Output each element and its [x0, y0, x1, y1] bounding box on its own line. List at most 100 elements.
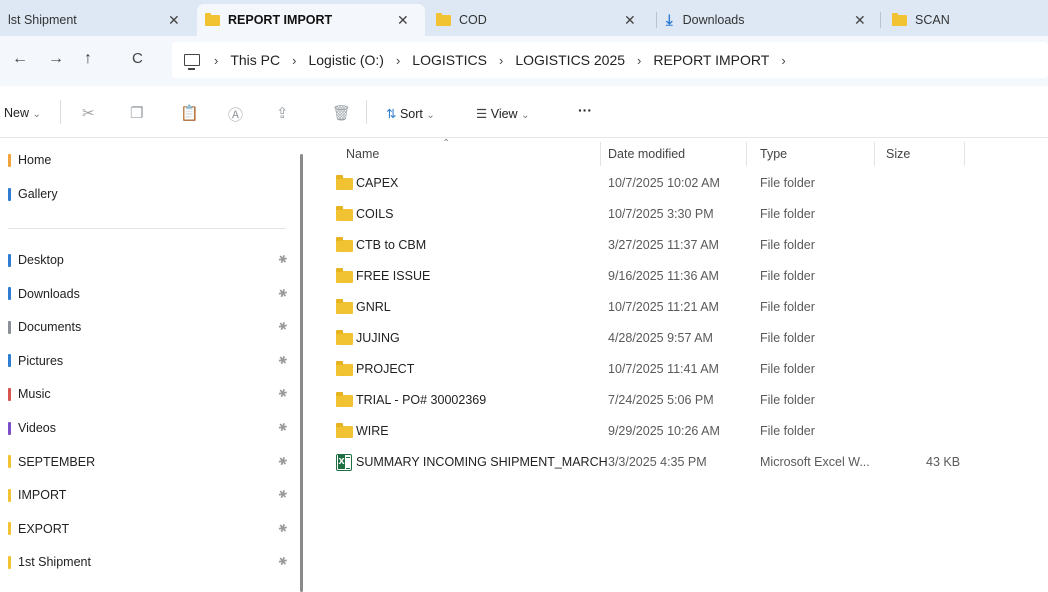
column-divider[interactable] [746, 142, 747, 166]
sidebar-item-videos[interactable]: Videos [8, 418, 56, 438]
sidebar-item-home[interactable]: Home [8, 150, 51, 170]
close-icon[interactable]: ✕ [624, 12, 636, 29]
folder-icon [336, 392, 353, 407]
breadcrumb-separator[interactable]: › [396, 53, 400, 68]
file-row[interactable]: CAPEX 10/7/2025 10:02 AM File folder [306, 170, 1048, 198]
sidebar-item-music[interactable]: Music [8, 384, 51, 404]
pin-icon[interactable]: ✱ [276, 252, 289, 267]
breadcrumb-report-import[interactable]: REPORT IMPORT [653, 52, 769, 68]
breadcrumb-separator[interactable]: › [637, 53, 641, 68]
rename-icon[interactable]: Ⓐ [228, 104, 243, 125]
sidebar-item-gallery[interactable]: Gallery [8, 184, 58, 204]
breadcrumb-separator[interactable]: › [499, 53, 503, 68]
pin-icon[interactable]: ✱ [276, 521, 289, 536]
pin-icon[interactable]: ✱ [276, 319, 289, 334]
sidebar-item-documents[interactable]: Documents [8, 317, 81, 337]
folder-icon [336, 330, 353, 345]
pin-icon[interactable]: ✱ [276, 285, 289, 300]
new-button[interactable]: New ⌄ [4, 106, 41, 120]
address-bar[interactable]: › This PC › Logistic (O:) › LOGISTICS › … [172, 42, 1048, 78]
sidebar-item-label: Documents [18, 320, 82, 335]
sidebar-item-september[interactable]: SEPTEMBER [8, 452, 95, 472]
breadcrumb-logistics-2025[interactable]: LOGISTICS 2025 [515, 52, 625, 68]
tab-divider [656, 12, 657, 28]
folder-icon [436, 12, 451, 26]
sidebar-item-label: Pictures [18, 353, 64, 368]
file-type: File folder [760, 207, 815, 221]
cut-icon[interactable]: ✂ [82, 104, 95, 122]
column-header-name[interactable]: Name [346, 142, 379, 166]
file-row[interactable]: CTB to CBM 3/27/2025 11:37 AM File folder [306, 232, 1048, 260]
file-date-modified: 9/16/2025 11:36 AM [608, 269, 719, 283]
tab-lst-shipment[interactable]: lst Shipment ✕ [0, 4, 196, 36]
pin-icon[interactable]: ✱ [276, 453, 289, 468]
sort-button[interactable]: ⇅ Sort ⌄ [386, 106, 435, 121]
file-row[interactable]: TRIAL - PO# 30002369 7/24/2025 5:06 PM Fil… [306, 387, 1048, 415]
file-name: TRIAL - PO# 30002369 [356, 393, 487, 407]
close-icon[interactable]: ✕ [397, 12, 409, 29]
file-name: GNRL [356, 300, 391, 314]
chevron-down-icon: ⌄ [32, 109, 41, 120]
file-name: CAPEX [356, 176, 399, 190]
refresh-icon[interactable]: C [132, 50, 143, 67]
file-row[interactable]: COILS 10/7/2025 3:30 PM File folder [306, 201, 1048, 229]
breadcrumb-separator[interactable]: › [292, 53, 296, 68]
pin-icon[interactable]: ✱ [276, 487, 289, 502]
sidebar-item-import[interactable]: IMPORT [8, 485, 66, 505]
file-row[interactable]: JUJING 4/28/2025 9:57 AM File folder [306, 325, 1048, 353]
breadcrumb-logistic-drive[interactable]: Logistic (O:) [308, 52, 383, 68]
folder-icon [8, 287, 11, 301]
copy-icon[interactable]: ❐ [130, 104, 143, 122]
file-row[interactable]: SUMMARY INCOMING SHIPMENT_MARCH3/3/2025 … [306, 449, 1048, 477]
file-date-modified: 10/7/2025 3:30 PM [608, 207, 714, 221]
folder-icon [336, 423, 353, 438]
download-icon: ⤓ [666, 11, 673, 29]
pin-icon[interactable]: ✱ [276, 554, 289, 569]
column-divider[interactable] [964, 142, 965, 166]
folder-icon [8, 320, 11, 334]
sidebar-item-pictures[interactable]: Pictures [8, 351, 63, 371]
tab-label: Downloads [682, 13, 745, 27]
column-divider[interactable] [874, 142, 875, 166]
breadcrumb-separator[interactable]: › [781, 53, 785, 68]
view-button[interactable]: ☰ View ⌄ [476, 106, 529, 121]
file-date-modified: 3/3/2025 4:35 PM [608, 455, 707, 469]
tab-scan[interactable]: SCAN [884, 4, 1048, 36]
sidebar-item-export[interactable]: EXPORT [8, 519, 69, 539]
pin-icon[interactable]: ✱ [276, 420, 289, 435]
file-row[interactable]: PROJECT 10/7/2025 11:41 AM File folder [306, 356, 1048, 384]
sidebar-item-1st-shipment[interactable]: 1st Shipment [8, 552, 91, 572]
file-row[interactable]: WIRE 9/29/2025 10:26 AM File folder [306, 418, 1048, 446]
excel-file-icon [336, 454, 352, 471]
tab-cod[interactable]: COD ✕ [428, 4, 654, 36]
delete-icon[interactable]: 🗑 [332, 104, 351, 122]
close-icon[interactable]: ✕ [854, 12, 866, 29]
folder-icon [205, 12, 220, 26]
column-header-date[interactable]: Date modified [608, 142, 685, 166]
forward-arrow-icon[interactable]: → [48, 50, 64, 68]
file-row[interactable]: GNRL 10/7/2025 11:21 AM File folder [306, 294, 1048, 322]
column-header-size[interactable]: Size [886, 142, 910, 166]
up-arrow-icon[interactable]: ↑ [84, 50, 92, 68]
tab-downloads[interactable]: ⤓ Downloads ✕ [658, 4, 880, 36]
paste-icon[interactable]: 📋 [180, 104, 199, 122]
pin-icon[interactable]: ✱ [276, 386, 289, 401]
view-icon: ☰ [476, 107, 488, 121]
sort-label: Sort [399, 107, 423, 121]
folder-icon [336, 175, 353, 190]
share-icon[interactable]: ⇪ [276, 104, 289, 122]
more-options-button[interactable]: ··· [578, 102, 592, 118]
back-arrow-icon[interactable]: ← [12, 50, 28, 68]
sidebar-item-desktop[interactable]: Desktop [8, 250, 64, 270]
column-divider[interactable] [600, 142, 601, 166]
file-type: File folder [760, 176, 815, 190]
file-row[interactable]: FREE ISSUE 9/16/2025 11:36 AM File folder [306, 263, 1048, 291]
close-icon[interactable]: ✕ [168, 12, 180, 29]
sidebar-scrollbar[interactable] [300, 154, 303, 592]
tab-report-import[interactable]: REPORT IMPORT ✕ [197, 4, 425, 36]
pin-icon[interactable]: ✱ [276, 353, 289, 368]
sidebar-item-downloads[interactable]: Downloads [8, 284, 80, 304]
breadcrumb-this-pc[interactable]: This PC [230, 52, 280, 68]
column-header-type[interactable]: Type [760, 142, 787, 166]
breadcrumb-logistics[interactable]: LOGISTICS [412, 52, 487, 68]
